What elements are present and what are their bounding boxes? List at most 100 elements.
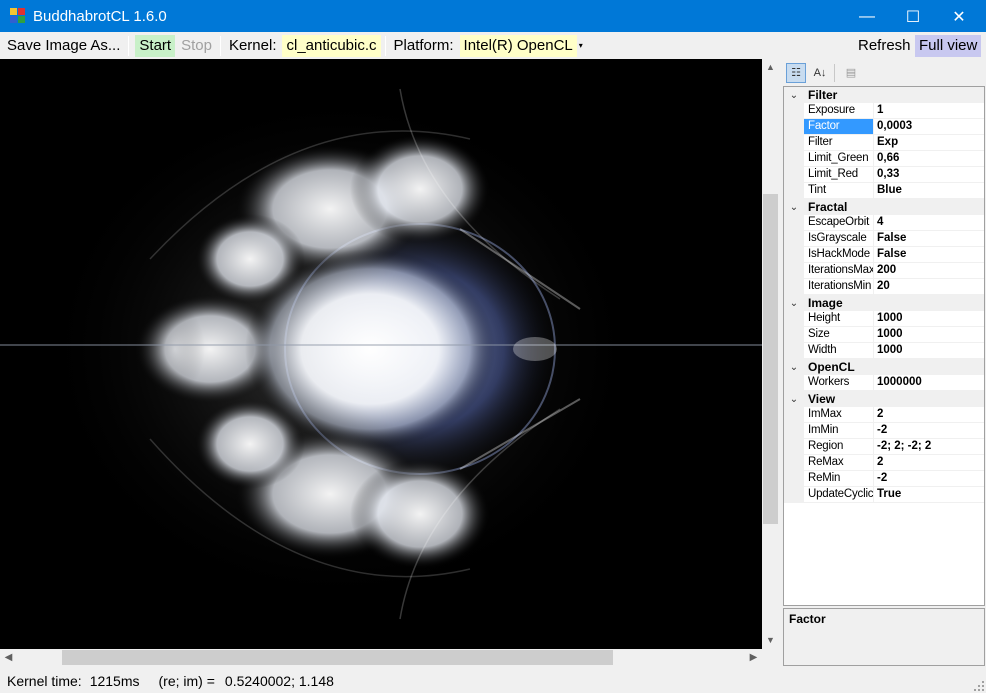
stop-button[interactable]: Stop (177, 35, 216, 57)
property-value[interactable]: 1000 (874, 343, 984, 358)
chevron-down-icon[interactable]: ⌄ (784, 298, 804, 309)
property-row-remax[interactable]: ReMax 2 (784, 455, 984, 471)
property-row-width[interactable]: Width 1000 (784, 343, 984, 359)
category-view[interactable]: ⌄ View (784, 391, 984, 407)
property-name[interactable]: Factor (804, 119, 874, 134)
horizontal-scroll-thumb[interactable] (62, 650, 613, 665)
property-name[interactable]: ReMax (804, 455, 874, 470)
property-value[interactable]: 2 (874, 407, 984, 422)
property-name[interactable]: Size (804, 327, 874, 342)
vertical-scroll-thumb[interactable] (763, 194, 778, 524)
property-value[interactable]: -2 (874, 471, 984, 486)
property-name[interactable]: Width (804, 343, 874, 358)
scroll-up-icon[interactable]: ▲ (762, 59, 779, 76)
property-row-workers[interactable]: Workers 1000000 (784, 375, 984, 391)
full-view-button[interactable]: Full view (915, 34, 982, 57)
kernel-label: Kernel: (228, 36, 277, 54)
scroll-right-icon[interactable]: ▶ (745, 649, 762, 666)
property-row-iterationsmin[interactable]: IterationsMin 20 (784, 279, 984, 295)
property-row-size[interactable]: Size 1000 (784, 327, 984, 343)
property-row-filter[interactable]: Filter Exp (784, 135, 984, 151)
property-value[interactable]: -2; 2; -2; 2 (874, 439, 984, 454)
property-row-exposure[interactable]: Exposure 1 (784, 103, 984, 119)
property-value[interactable]: 2 (874, 455, 984, 470)
property-value[interactable]: 1 (874, 103, 984, 118)
property-row-isgrayscale[interactable]: IsGrayscale False (784, 231, 984, 247)
property-name[interactable]: UpdateCyclic (804, 487, 874, 502)
property-name[interactable]: Exposure (804, 103, 874, 118)
save-image-button[interactable]: Save Image As... (3, 35, 124, 57)
property-value[interactable]: False (874, 231, 984, 246)
property-value[interactable]: True (874, 487, 984, 502)
property-value[interactable]: 1000000 (874, 375, 984, 390)
maximize-icon: ☐ (905, 8, 921, 26)
categorized-view-button[interactable]: ☷ (786, 62, 806, 83)
property-name[interactable]: IsGrayscale (804, 231, 874, 246)
property-value[interactable]: 0,33 (874, 167, 984, 182)
property-pages-button[interactable]: ▤ (841, 63, 861, 83)
property-name[interactable]: Workers (804, 375, 874, 390)
property-value[interactable]: -2 (874, 423, 984, 438)
chevron-down-icon[interactable]: ▾ (579, 41, 583, 50)
property-name[interactable]: ImMin (804, 423, 874, 438)
minimize-button[interactable]: — (844, 1, 890, 32)
property-value[interactable]: Blue (874, 183, 984, 198)
property-row-height[interactable]: Height 1000 (784, 311, 984, 327)
kernel-selector[interactable]: cl_anticubic.c (282, 34, 381, 57)
property-row-updatecyclic[interactable]: UpdateCyclic True (784, 487, 984, 503)
refresh-button[interactable]: Refresh (854, 35, 915, 57)
chevron-down-icon[interactable]: ⌄ (784, 362, 804, 373)
property-value[interactable]: 0,66 (874, 151, 984, 166)
property-name[interactable]: Limit_Green (804, 151, 874, 166)
property-row-iterationsmax[interactable]: IterationsMax 200 (784, 263, 984, 279)
alphabetical-view-button[interactable]: A↓ (810, 63, 830, 83)
platform-dropdown[interactable]: Intel(R) OpenCL (459, 34, 577, 57)
start-button[interactable]: Start (135, 34, 176, 57)
category-fractal[interactable]: ⌄ Fractal (784, 199, 984, 215)
property-name[interactable]: Region (804, 439, 874, 454)
property-name[interactable]: ImMax (804, 407, 874, 422)
property-value[interactable]: 1000 (874, 327, 984, 342)
close-button[interactable]: ✕ (936, 1, 982, 32)
property-value[interactable]: False (874, 247, 984, 262)
render-canvas[interactable] (0, 59, 762, 649)
property-name[interactable]: IsHackMode (804, 247, 874, 262)
resize-grip-icon[interactable] (974, 681, 984, 691)
property-row-limit_green[interactable]: Limit_Green 0,66 (784, 151, 984, 167)
category-image[interactable]: ⌄ Image (784, 295, 984, 311)
property-value[interactable]: Exp (874, 135, 984, 150)
property-name[interactable]: Filter (804, 135, 874, 150)
property-value[interactable]: 1000 (874, 311, 984, 326)
scroll-down-icon[interactable]: ▼ (762, 632, 779, 649)
vertical-scrollbar[interactable]: ▲ ▼ (762, 59, 779, 649)
property-name[interactable]: Limit_Red (804, 167, 874, 182)
property-row-region[interactable]: Region -2; 2; -2; 2 (784, 439, 984, 455)
property-name[interactable]: IterationsMin (804, 279, 874, 294)
maximize-button[interactable]: ☐ (890, 1, 936, 32)
horizontal-scrollbar[interactable]: ◀ ▶ (0, 649, 762, 666)
property-row-immax[interactable]: ImMax 2 (784, 407, 984, 423)
property-value[interactable]: 200 (874, 263, 984, 278)
chevron-down-icon[interactable]: ⌄ (784, 202, 804, 213)
property-name[interactable]: IterationsMax (804, 263, 874, 278)
property-value[interactable]: 4 (874, 215, 984, 230)
property-row-factor[interactable]: Factor 0,0003 (784, 119, 984, 135)
property-name[interactable]: EscapeOrbit (804, 215, 874, 230)
property-row-ishackmode[interactable]: IsHackMode False (784, 247, 984, 263)
property-list[interactable]: ⌄ Filter Exposure 1 Factor 0,0003 Filter Exp Lim… (783, 86, 985, 606)
property-name[interactable]: ReMin (804, 471, 874, 486)
property-row-limit_red[interactable]: Limit_Red 0,33 (784, 167, 984, 183)
property-row-tint[interactable]: Tint Blue (784, 183, 984, 199)
scroll-left-icon[interactable]: ◀ (0, 649, 17, 666)
category-opencl[interactable]: ⌄ OpenCL (784, 359, 984, 375)
chevron-down-icon[interactable]: ⌄ (784, 90, 804, 101)
property-row-escapeorbit[interactable]: EscapeOrbit 4 (784, 215, 984, 231)
property-name[interactable]: Tint (804, 183, 874, 198)
category-filter[interactable]: ⌄ Filter (784, 87, 984, 103)
property-value[interactable]: 20 (874, 279, 984, 294)
property-row-immin[interactable]: ImMin -2 (784, 423, 984, 439)
chevron-down-icon[interactable]: ⌄ (784, 394, 804, 405)
property-value[interactable]: 0,0003 (874, 119, 984, 134)
property-row-remin[interactable]: ReMin -2 (784, 471, 984, 487)
property-name[interactable]: Height (804, 311, 874, 326)
